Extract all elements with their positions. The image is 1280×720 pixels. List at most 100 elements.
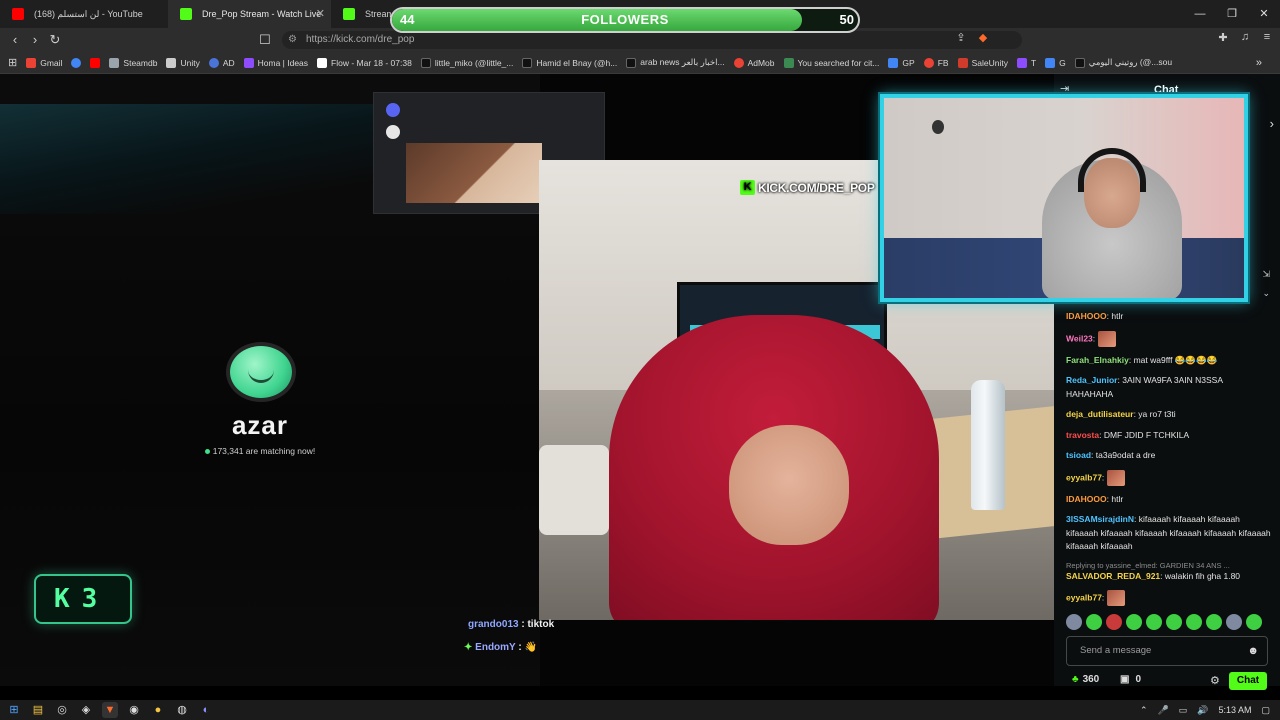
bookmark-icon[interactable]: ☐ (256, 31, 274, 49)
bookmark-item[interactable]: T (1016, 57, 1036, 68)
emote-icon[interactable] (1226, 614, 1242, 630)
tiktok-icon (626, 57, 637, 68)
bookmark-item[interactable] (90, 57, 101, 68)
more-bookmarks-icon[interactable]: » (1256, 57, 1262, 69)
notifications-icon[interactable]: ▢ (1261, 705, 1270, 716)
emote-icon[interactable] (1086, 614, 1102, 630)
chat-username[interactable]: IDAHOOO (1066, 311, 1107, 321)
menu-icon[interactable]: ≡ (1260, 31, 1274, 44)
clock[interactable]: 5:13 AM (1218, 705, 1251, 715)
chevron-right-icon[interactable]: › (1270, 116, 1274, 131)
chat-message: travosta: DMF JDID F TCHKILA (1066, 429, 1190, 440)
discord-icon[interactable]: ◐ (198, 702, 214, 718)
bookmark-item[interactable]: FB (923, 57, 949, 68)
tray-overflow-icon[interactable]: ⌃ (1140, 705, 1148, 716)
bookmark-item[interactable]: Gmail (26, 57, 62, 68)
chat-messages: IDAHOOO: htlr Weil23: Farah_Elnahkiy: ma… (1066, 310, 1272, 613)
emote-icon[interactable] (1106, 614, 1122, 630)
back-icon[interactable]: ‹ (6, 31, 24, 49)
emote-icon[interactable] (1206, 614, 1222, 630)
bookmark-item[interactable]: GP (888, 57, 915, 68)
emoji-picker-icon[interactable]: ☻ (1247, 637, 1259, 665)
fb-icon (923, 57, 934, 68)
tab-kick-stream[interactable]: Dre_Pop Stream - Watch Live ✕ (168, 0, 331, 28)
network-icon[interactable]: ▭ (1179, 705, 1188, 716)
forward-icon[interactable]: › (26, 31, 44, 49)
emote-icon[interactable] (1146, 614, 1162, 630)
chat-username[interactable]: SALVADOR_REDA_921 (1066, 571, 1160, 581)
bookmark-item[interactable]: AdMob (733, 57, 775, 68)
chat-username[interactable]: IDAHOOO (1066, 494, 1107, 504)
app-icon[interactable]: ◎ (54, 702, 70, 718)
chat-username[interactable]: travosta (1066, 430, 1099, 440)
bookmark-item[interactable]: Unity (166, 57, 200, 68)
site-info-icon[interactable]: ⚙ (288, 31, 297, 49)
chat-text: DMF JDID F TCHKILA (1103, 429, 1190, 440)
emote-icon[interactable] (1186, 614, 1202, 630)
close-window-icon[interactable]: ✕ (1248, 0, 1280, 28)
app-icon[interactable]: ◍ (174, 702, 190, 718)
windows-start-icon[interactable]: ⊞ (6, 702, 22, 718)
emote-icon[interactable] (1246, 614, 1262, 630)
bookmark-item[interactable]: arab news اخبار بالعر... (626, 57, 725, 68)
minimize-icon[interactable]: — (1184, 0, 1216, 28)
bookmark-item[interactable]: Hamid el Bnay (@h... (522, 57, 617, 68)
bookmark-item[interactable]: Homa | Ideas (243, 57, 308, 68)
chat-message: eyyalb77: (1066, 469, 1272, 486)
bookmark-item[interactable]: Steamdb (109, 57, 157, 68)
address-actions: ⇪ ◆ (954, 31, 990, 44)
media-icon[interactable]: ♫ (1238, 31, 1252, 44)
gift-icon: ▣ (1120, 674, 1130, 685)
emote-icon[interactable] (1066, 614, 1082, 630)
chat-settings-icon[interactable]: ⚙ (1210, 674, 1220, 687)
screen: (168) لن استسلم - YouTube Dre_Pop Stream… (0, 0, 1280, 720)
channel-points[interactable]: ♣ 360 (1072, 674, 1099, 685)
overlay-chat-line: grando013 : tiktok (468, 619, 554, 630)
apps-icon[interactable]: ⊞ (8, 56, 17, 69)
chat-username[interactable]: eyyalb77 (1066, 472, 1102, 482)
tab-youtube[interactable]: (168) لن استسلم - YouTube (0, 0, 168, 28)
bookmark-item[interactable] (71, 57, 82, 68)
chat-username[interactable]: deja_dutilisateur (1066, 409, 1134, 419)
youtube-icon (90, 57, 101, 68)
chat-username[interactable]: 3ISSAMsirajdinN (1066, 514, 1134, 524)
bookmark-item[interactable]: little_miko (@little_... (420, 57, 513, 68)
tab-stream[interactable]: Stream (331, 0, 391, 28)
bookmark-item[interactable]: Flow - Mar 18 - 07:38 (317, 57, 412, 68)
emote-icon[interactable] (1126, 614, 1142, 630)
bookmark-item[interactable]: G (1045, 57, 1066, 68)
send-chat-button[interactable]: Chat (1229, 672, 1267, 690)
volume-icon[interactable]: 🔊 (1197, 705, 1208, 716)
emote-icon[interactable] (1166, 614, 1182, 630)
restore-icon[interactable]: ❐ (1216, 0, 1248, 28)
guest-face (729, 425, 849, 545)
extensions-icon[interactable]: ✚ (1216, 31, 1230, 44)
bookmark-item[interactable]: AD (208, 57, 235, 68)
url-field[interactable]: ⚙ https://kick.com/dre_pop (282, 31, 1022, 49)
kick-logo-icon: K (740, 180, 755, 195)
chat-username[interactable]: Farah_Elnahkiy (1066, 355, 1129, 365)
chat-username[interactable]: eyyalb77 (1066, 592, 1102, 602)
bookmark-item[interactable]: روتيني اليومي (@...sou (1074, 57, 1172, 68)
pin-icon[interactable]: ⇲ (1262, 269, 1270, 280)
chat-username[interactable]: tsioad (1066, 450, 1091, 460)
window-controls: — ❐ ✕ (1184, 0, 1280, 28)
app-icon[interactable]: ◈ (78, 702, 94, 718)
bookmark-item[interactable]: You searched for cit... (783, 57, 879, 68)
close-tab-icon[interactable]: ✕ (316, 0, 325, 28)
chat-username[interactable]: Weil23 (1066, 333, 1093, 343)
brave-shield-icon[interactable]: ◆ (976, 31, 990, 44)
chrome-icon[interactable]: ● (150, 702, 166, 718)
steam-icon[interactable]: ◉ (126, 702, 142, 718)
share-icon[interactable]: ⇪ (954, 31, 968, 44)
brave-icon[interactable]: ▼ (102, 702, 118, 718)
file-explorer-icon[interactable]: ▤ (30, 702, 46, 718)
chevron-down-icon[interactable]: ⌄ (1262, 288, 1270, 299)
bookmark-item[interactable]: SaleUnity (957, 57, 1008, 68)
gift-counter[interactable]: ▣ 0 (1120, 674, 1141, 685)
chat-message-input[interactable]: Send a message ☻ (1066, 636, 1268, 666)
avatar (386, 103, 400, 117)
chat-username[interactable]: Reda_Junior (1066, 375, 1118, 385)
microphone-icon[interactable]: 🎤 (1158, 705, 1169, 716)
reload-icon[interactable]: ↻ (46, 31, 64, 49)
